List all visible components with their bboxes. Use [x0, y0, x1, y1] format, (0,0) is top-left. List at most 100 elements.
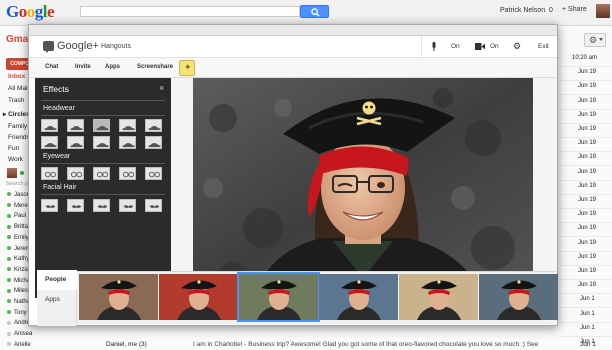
sidebar-item-family[interactable]: Family	[8, 123, 27, 130]
eyewear-option[interactable]	[119, 167, 136, 180]
row-divider	[560, 307, 612, 309]
hangout-header: Google+ Hangouts On On ⚙ Exit	[29, 36, 557, 58]
participant-thumbnail[interactable]	[399, 274, 478, 320]
tab-chat[interactable]: Chat	[45, 64, 58, 70]
email-date: Jun 19	[578, 282, 597, 289]
eyewear-option[interactable]	[145, 167, 162, 180]
participant-video	[239, 274, 318, 320]
headwear-option[interactable]	[145, 119, 162, 132]
presence-dot-icon	[7, 203, 11, 208]
email-snippet[interactable]: I am in Charlotte! - Business trip? Awes…	[193, 341, 538, 348]
sidebar-item-all-mail[interactable]: All Mail	[8, 85, 29, 92]
google-logo[interactable]: Google	[6, 2, 55, 22]
camera-toggle[interactable]: On	[490, 43, 499, 50]
headwear-option[interactable]	[119, 136, 136, 149]
headwear-option[interactable]	[41, 119, 58, 132]
sidebar-item-friends[interactable]: Friends	[8, 134, 30, 141]
row-divider	[560, 279, 612, 280]
eyewear-option[interactable]	[67, 167, 84, 180]
tab-screenshare[interactable]: Screenshare	[137, 64, 173, 70]
sidebar-item-circles[interactable]: ▸ Circles	[3, 110, 30, 118]
headwear-option[interactable]	[67, 119, 84, 132]
gear-icon[interactable]: ⚙	[513, 41, 521, 52]
headwear-icon	[122, 143, 135, 148]
contact-name: Tony	[14, 309, 27, 316]
participant-thumbnail[interactable]	[319, 274, 398, 320]
row-divider	[560, 250, 612, 252]
email-sender[interactable]: Daniel, me (3)	[106, 341, 147, 348]
effects-panel: Effects × Headwear Eyewear Facial Hair	[35, 78, 171, 298]
participant-video	[193, 78, 533, 295]
hangout-brand: Google+	[57, 40, 99, 52]
exit-button[interactable]: Exit	[538, 43, 549, 50]
chat-contact[interactable]: Miles	[7, 288, 28, 294]
section-facial-hair: Facial Hair	[43, 184, 77, 191]
email-date: Jun 19	[578, 268, 597, 274]
tab-people[interactable]: People	[37, 270, 77, 290]
search-input[interactable]	[80, 6, 300, 17]
headwear-option[interactable]	[145, 136, 162, 149]
status-online-icon[interactable]	[20, 171, 24, 175]
email-date: Jun 1	[580, 341, 596, 348]
hangout-chat-icon	[43, 41, 54, 53]
chat-contact[interactable]: Paul	[7, 213, 26, 219]
facial-hair-option[interactable]	[145, 199, 162, 212]
sidebar-item-fun[interactable]: Fun	[8, 145, 19, 152]
share-button[interactable]: + Share	[562, 6, 587, 13]
participant-thumbnail[interactable]	[79, 274, 158, 320]
headwear-option[interactable]	[119, 119, 136, 132]
email-date: Jun 19	[578, 69, 597, 76]
tab-invite[interactable]: Invite	[75, 64, 91, 70]
presence-dot-icon	[7, 213, 11, 218]
chat-contact[interactable]: Krizia	[7, 267, 29, 273]
facial-hair-icon	[123, 205, 134, 209]
participant-video	[79, 274, 158, 320]
participant-thumbnail[interactable]	[237, 272, 320, 322]
facial-hair-option[interactable]	[41, 199, 58, 212]
chat-contact[interactable]: Arielle	[7, 342, 31, 348]
search-icon	[311, 8, 320, 17]
chat-contact[interactable]: Kathy	[7, 256, 29, 262]
search-button[interactable]	[300, 5, 329, 18]
effects-button[interactable]: ✦	[179, 60, 195, 76]
user-name[interactable]: Patrick Nelson	[500, 7, 545, 14]
facial-hair-option[interactable]	[93, 199, 110, 212]
sidebar-item-inbox[interactable]: Inbox	[8, 73, 25, 80]
email-date: Jun 1	[580, 310, 595, 317]
close-icon[interactable]: ×	[159, 83, 164, 93]
microphone-icon[interactable]	[431, 42, 437, 52]
row-divider	[560, 236, 612, 238]
chat-contact[interactable]: Tony	[7, 310, 27, 316]
window-title-strip[interactable]	[29, 25, 557, 36]
sidebar-item-trash[interactable]: Trash	[8, 97, 24, 104]
email-date: Jun 19	[578, 197, 597, 203]
row-divider	[560, 94, 612, 96]
chat-contact[interactable]: Anisea	[7, 331, 32, 337]
headwear-option[interactable]	[41, 136, 58, 149]
tab-apps[interactable]: Apps	[105, 64, 120, 70]
participant-thumbnail[interactable]	[159, 274, 238, 320]
facial-hair-option[interactable]	[119, 199, 136, 212]
tab-apps-side[interactable]: Apps	[37, 290, 77, 310]
participant-thumbnail[interactable]	[479, 274, 558, 320]
eyewear-option[interactable]	[93, 167, 110, 180]
camera-icon[interactable]	[475, 43, 485, 50]
facial-hair-option[interactable]	[67, 199, 84, 212]
headwear-option[interactable]	[93, 136, 110, 149]
headwear-option[interactable]	[67, 136, 84, 149]
chat-contact[interactable]: Emily	[7, 235, 29, 241]
participant-video	[159, 274, 238, 320]
email-date: Jun 19	[578, 211, 597, 218]
contact-name: Arielle	[14, 341, 31, 348]
facial-hair-icon	[149, 205, 160, 209]
microphone-toggle[interactable]: On	[451, 43, 460, 50]
avatar[interactable]	[596, 4, 610, 18]
notification-count[interactable]: 0	[549, 7, 553, 14]
sidebar-item-work[interactable]: Work	[8, 156, 23, 163]
my-avatar[interactable]	[7, 168, 17, 178]
chat-contact[interactable]: Jason	[7, 192, 30, 198]
eyewear-option[interactable]	[41, 167, 58, 180]
presence-dot-icon	[7, 267, 11, 272]
settings-button[interactable]: ⚙	[584, 33, 606, 47]
headwear-option[interactable]	[93, 119, 110, 132]
